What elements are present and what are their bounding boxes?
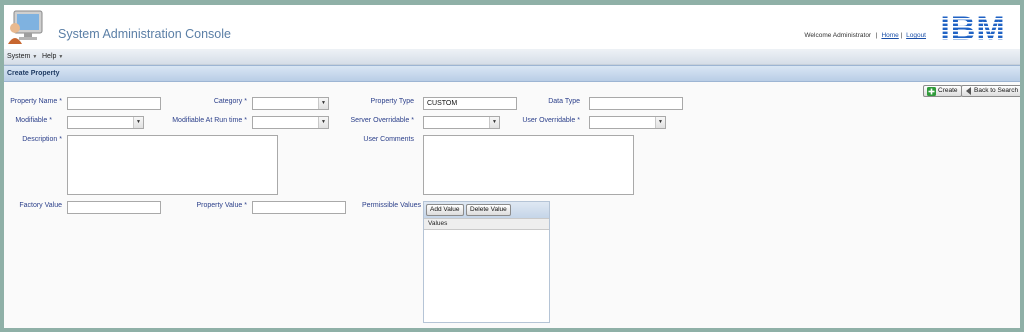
back-to-search-label: Back to Search bbox=[974, 87, 1019, 94]
factory-value-label-text: Factory Value bbox=[19, 202, 62, 209]
required-marker: * bbox=[411, 117, 414, 124]
modifiable-label-text: Modifiable bbox=[15, 117, 48, 124]
logout-link[interactable]: Logout bbox=[906, 32, 926, 39]
data-type-label: Data Type bbox=[548, 98, 580, 105]
modifiable-runtime-label-text: Modifiable At Run time bbox=[172, 117, 243, 124]
caret-down-icon: ▼ bbox=[58, 54, 64, 60]
permissible-values-label: Permissible Values bbox=[362, 202, 421, 209]
required-marker: * bbox=[244, 202, 247, 209]
back-arrow-icon bbox=[966, 87, 971, 95]
factory-value-input[interactable] bbox=[67, 201, 161, 214]
permissible-values-label-text: Permissible Values bbox=[361, 202, 421, 209]
category-label: Category * bbox=[214, 98, 247, 105]
add-value-button[interactable]: Add Value bbox=[426, 204, 464, 216]
section-header: Create Property bbox=[4, 65, 1020, 82]
create-button-label: Create bbox=[938, 87, 958, 94]
welcome-text: Welcome Administrator bbox=[804, 32, 872, 39]
chevron-down-icon: ▼ bbox=[133, 117, 143, 128]
required-marker: * bbox=[244, 98, 247, 105]
app-header: System Administration Console Welcome Ad… bbox=[4, 5, 1020, 49]
description-label: Description * bbox=[22, 136, 62, 143]
data-type-input[interactable] bbox=[589, 97, 683, 110]
permissible-values-toolbar: Add Value Delete Value bbox=[424, 202, 549, 218]
description-label-text: Description bbox=[22, 136, 58, 143]
chevron-down-icon: ▼ bbox=[318, 98, 328, 109]
delete-value-button[interactable]: Delete Value bbox=[466, 204, 511, 216]
property-name-label-text: Property Name bbox=[10, 98, 58, 105]
required-marker: * bbox=[49, 117, 52, 124]
app-title: System Administration Console bbox=[58, 27, 231, 41]
modifiable-runtime-select[interactable]: ▼ bbox=[252, 116, 329, 129]
required-marker: * bbox=[577, 117, 580, 124]
plus-icon bbox=[927, 86, 936, 96]
property-type-input[interactable]: CUSTOM bbox=[423, 97, 517, 110]
home-link[interactable]: Home bbox=[881, 32, 898, 39]
chevron-down-icon: ▼ bbox=[489, 117, 499, 128]
user-comments-textarea[interactable] bbox=[423, 135, 634, 195]
separator: | bbox=[900, 32, 903, 39]
category-select[interactable]: ▼ bbox=[252, 97, 329, 110]
chevron-down-icon: ▼ bbox=[655, 117, 665, 128]
user-comments-label-text: User Comments bbox=[363, 136, 414, 143]
data-type-label-text: Data Type bbox=[548, 98, 580, 105]
welcome-area: Welcome Administrator | Home | Logout bbox=[804, 32, 926, 39]
modifiable-label: Modifiable * bbox=[15, 117, 52, 124]
back-to-search-button[interactable]: Back to Search bbox=[961, 85, 1020, 97]
user-overridable-label: User Overridable * bbox=[522, 117, 580, 124]
property-value-label-text: Property Value bbox=[196, 202, 243, 209]
caret-down-icon: ▼ bbox=[32, 54, 38, 60]
admin-computer-icon bbox=[8, 10, 43, 44]
values-column-header[interactable]: Values bbox=[424, 218, 549, 230]
required-marker: * bbox=[59, 98, 62, 105]
factory-value-label: Factory Value bbox=[19, 202, 62, 209]
property-value-label: Property Value * bbox=[196, 202, 247, 209]
modifiable-select[interactable]: ▼ bbox=[67, 116, 144, 129]
server-overridable-label: Server Overridable * bbox=[351, 117, 414, 124]
create-button[interactable]: Create bbox=[923, 85, 962, 97]
chevron-down-icon: ▼ bbox=[318, 117, 328, 128]
user-overridable-label-text: User Overridable bbox=[522, 117, 576, 124]
category-label-text: Category bbox=[213, 98, 243, 105]
menu-system-label: System bbox=[7, 53, 31, 60]
modifiable-runtime-label: Modifiable At Run time * bbox=[172, 117, 247, 124]
required-marker: * bbox=[244, 117, 247, 124]
server-overridable-label-text: Server Overridable bbox=[350, 117, 410, 124]
menu-system[interactable]: System ▼ bbox=[7, 53, 37, 60]
menu-help[interactable]: Help ▼ bbox=[42, 53, 63, 60]
app-window: System Administration Console Welcome Ad… bbox=[0, 0, 1024, 332]
property-name-label: Property Name * bbox=[10, 98, 62, 105]
separator: | bbox=[875, 32, 878, 39]
user-comments-label: User Comments bbox=[363, 136, 414, 143]
permissible-values-panel: Add Value Delete Value Values bbox=[423, 201, 550, 323]
property-type-label-text: Property Type bbox=[370, 98, 414, 105]
description-textarea[interactable] bbox=[67, 135, 278, 195]
required-marker: * bbox=[59, 136, 62, 143]
property-type-label: Property Type bbox=[371, 98, 414, 105]
user-overridable-select[interactable]: ▼ bbox=[589, 116, 666, 129]
server-overridable-select[interactable]: ▼ bbox=[423, 116, 500, 129]
property-name-input[interactable] bbox=[67, 97, 161, 110]
menu-bar: System ▼ Help ▼ bbox=[4, 49, 1020, 65]
section-title: Create Property bbox=[7, 70, 60, 77]
menu-help-label: Help bbox=[42, 53, 57, 60]
ibm-logo: IBM bbox=[932, 10, 1014, 47]
property-value-input[interactable] bbox=[252, 201, 346, 214]
